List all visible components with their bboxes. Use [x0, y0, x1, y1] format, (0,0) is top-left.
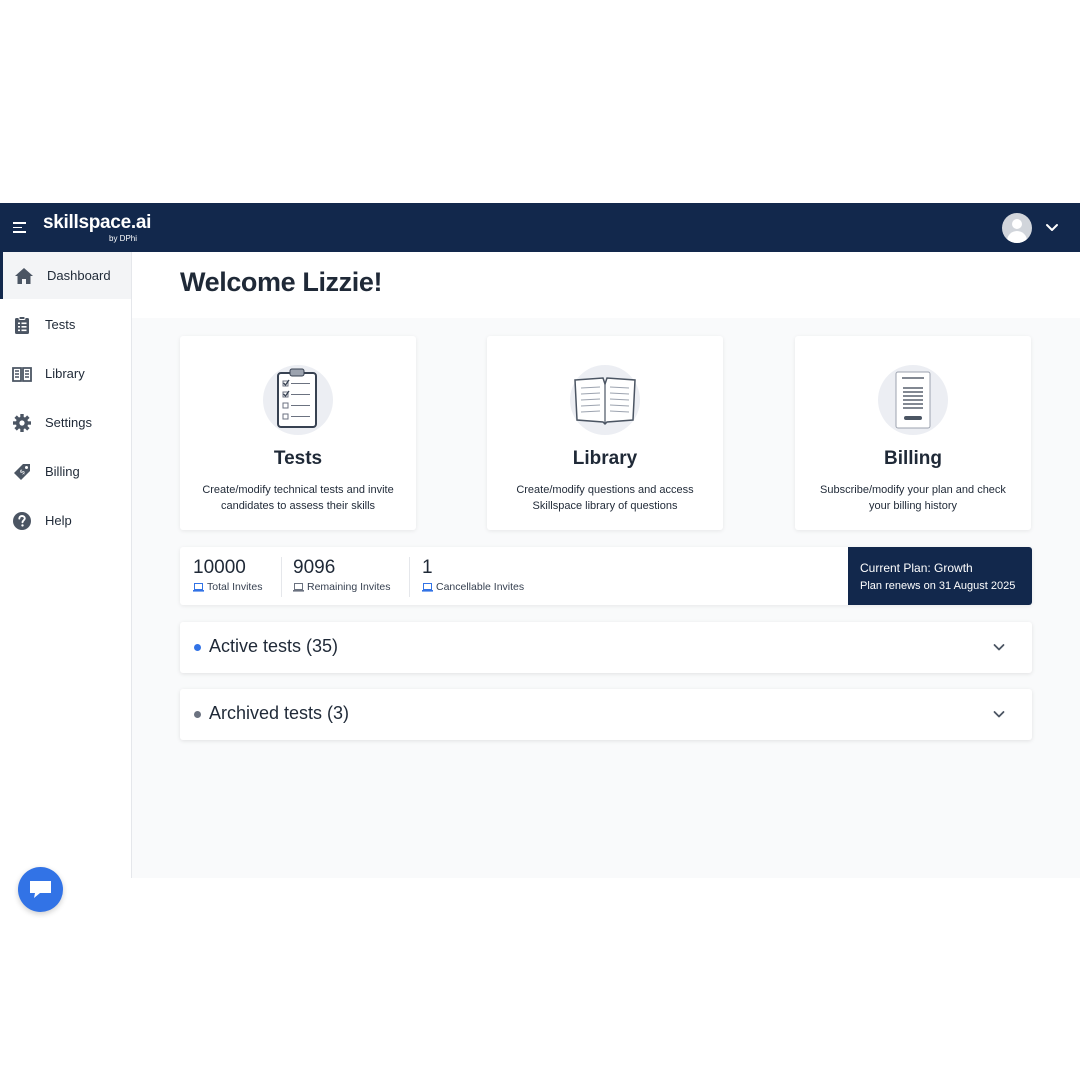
sidebar-item-dashboard[interactable]: Dashboard	[0, 252, 131, 299]
logo-text: skillspace.ai	[43, 212, 152, 233]
sidebar-item-label: Help	[45, 513, 72, 528]
laptop-icon	[193, 582, 204, 592]
stat-label: Remaining Invites	[307, 581, 391, 593]
invoice-illustration	[878, 365, 948, 435]
sidebar-item-label: Dashboard	[47, 268, 111, 283]
logo[interactable]: skillspace.ai by DPhi	[43, 212, 152, 243]
user-avatar-icon[interactable]	[1002, 213, 1032, 243]
chat-bubble-icon[interactable]	[18, 867, 63, 912]
sidebar-item-label: Settings	[45, 415, 92, 430]
card-description: Subscribe/modify your plan and check you…	[820, 484, 1006, 512]
active-tests-accordion[interactable]: Active tests (35)	[180, 622, 1032, 673]
card-title: Tests	[273, 448, 323, 469]
page-title: Welcome Lizzie!	[180, 267, 383, 297]
accordion-title: Active tests (35)	[209, 636, 339, 656]
billing-card[interactable]: Billing Subscribe/modify your plan and c…	[795, 336, 1031, 530]
logo-subtext: by DPhi	[109, 234, 138, 243]
gear-icon	[13, 413, 31, 432]
tests-card[interactable]: Tests Create/modify technical tests and …	[180, 336, 416, 530]
home-icon	[15, 267, 33, 284]
sidebar-item-label: Billing	[45, 464, 80, 479]
accordion-title: Archived tests (3)	[209, 703, 350, 723]
chevron-down-icon[interactable]	[992, 707, 1006, 721]
laptop-icon	[293, 582, 304, 592]
stat-value: 9096	[293, 557, 336, 578]
archived-tests-accordion[interactable]: Archived tests (3)	[180, 689, 1032, 740]
plan-renewal: Plan renews on 31 August 2025	[860, 580, 1016, 592]
stat-value: 10000	[193, 557, 246, 578]
card-description: Create/modify technical tests and invite…	[202, 484, 394, 512]
price-tag-icon: $	[14, 463, 30, 480]
stat-value: 1	[422, 557, 433, 578]
stat-label: Total Invites	[207, 581, 263, 593]
card-description: Create/modify questions and access Skill…	[516, 484, 694, 512]
app-window: skillspace.ai by DPhi Dashboard Tests Li…	[0, 203, 1080, 912]
status-dot	[194, 711, 201, 718]
divider	[409, 557, 410, 597]
hamburger-icon[interactable]	[13, 222, 26, 233]
sidebar-item-tests[interactable]: Tests	[0, 301, 131, 348]
chevron-down-icon[interactable]	[992, 640, 1006, 654]
welcome-header: Welcome Lizzie!	[132, 252, 1080, 318]
sidebar-item-help[interactable]: Help	[0, 497, 131, 544]
status-dot	[194, 644, 201, 651]
stat-label: Cancellable Invites	[436, 581, 525, 593]
plan-title: Current Plan: Growth	[860, 561, 973, 575]
help-circle-icon	[13, 511, 31, 530]
laptop-icon	[422, 582, 433, 592]
sidebar-item-billing[interactable]: $ Billing	[0, 448, 131, 495]
book-icon	[12, 366, 32, 382]
clipboard-checklist-illustration	[263, 365, 333, 435]
card-title: Library	[572, 448, 638, 469]
invites-stats-bar: 10000 Total Invites 9096 Remaining Invit…	[180, 547, 1032, 605]
divider	[281, 557, 282, 597]
sidebar-item-settings[interactable]: Settings	[0, 399, 131, 446]
open-book-illustration	[570, 365, 640, 435]
chevron-down-icon[interactable]	[1045, 220, 1059, 234]
clipboard-icon	[15, 315, 29, 334]
card-title: Billing	[883, 448, 943, 469]
sidebar: Dashboard Tests Library Settings $ Billi…	[0, 252, 132, 912]
sidebar-item-label: Library	[45, 366, 85, 381]
sidebar-item-label: Tests	[45, 317, 76, 332]
library-card[interactable]: Library Create/modify questions and acce…	[487, 336, 723, 530]
sidebar-item-library[interactable]: Library	[0, 350, 131, 397]
current-plan-panel[interactable]: Current Plan: Growth Plan renews on 31 A…	[848, 547, 1032, 605]
top-bar: skillspace.ai by DPhi	[0, 203, 1080, 252]
